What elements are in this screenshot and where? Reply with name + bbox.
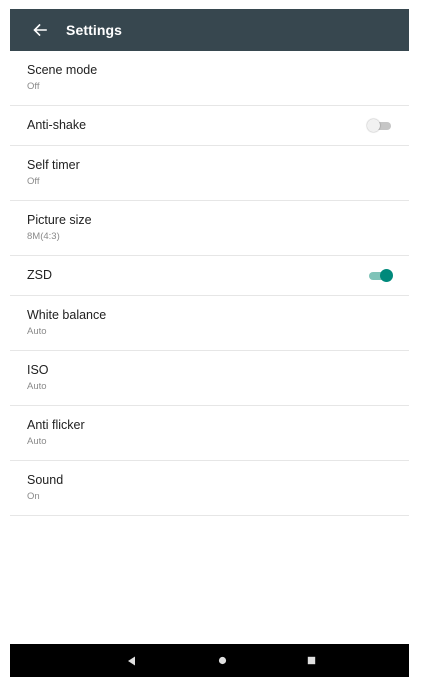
setting-iso[interactable]: ISO Auto xyxy=(10,351,409,406)
setting-title: Anti-shake xyxy=(27,118,87,132)
setting-title: ISO xyxy=(27,363,49,377)
anti-shake-toggle[interactable] xyxy=(367,118,393,133)
setting-title: Picture size xyxy=(27,213,92,227)
setting-text: Anti flicker Auto xyxy=(27,418,85,448)
zsd-toggle[interactable] xyxy=(367,268,393,283)
setting-value: Auto xyxy=(27,326,47,337)
setting-text: ISO Auto xyxy=(27,363,49,393)
setting-value: Off xyxy=(27,81,40,92)
toggle-thumb xyxy=(367,118,380,132)
page-title: Settings xyxy=(66,22,123,38)
settings-list: Scene mode Off Anti-shake Self timer Off… xyxy=(10,51,409,516)
setting-text: Anti-shake xyxy=(27,118,86,133)
setting-title: Anti flicker xyxy=(27,418,85,432)
setting-text: Scene mode Off xyxy=(27,63,97,93)
device-screen: Settings Scene mode Off Anti-shake Self … xyxy=(10,9,409,677)
setting-title: Scene mode xyxy=(27,63,98,77)
toggle-thumb xyxy=(380,268,393,282)
setting-text: White balance Auto xyxy=(27,308,106,338)
setting-anti-flicker[interactable]: Anti flicker Auto xyxy=(10,406,409,461)
setting-sound[interactable]: Sound On xyxy=(10,461,409,516)
system-nav-bar xyxy=(10,644,409,677)
setting-value: Auto xyxy=(27,381,47,392)
arrow-back-icon[interactable] xyxy=(22,9,58,51)
square-recents-icon[interactable] xyxy=(291,644,331,677)
app-bar: Settings xyxy=(10,9,409,51)
triangle-back-icon[interactable] xyxy=(111,644,151,677)
setting-title: Sound xyxy=(27,473,64,487)
circle-home-icon[interactable] xyxy=(202,644,242,677)
setting-title: White balance xyxy=(27,308,107,322)
setting-title: Self timer xyxy=(27,158,80,172)
setting-picture-size[interactable]: Picture size 8M(4:3) xyxy=(10,201,409,256)
setting-value: 8M(4:3) xyxy=(27,231,60,242)
setting-text: ZSD xyxy=(27,268,52,283)
setting-white-balance[interactable]: White balance Auto xyxy=(10,296,409,351)
setting-text: Picture size 8M(4:3) xyxy=(27,213,92,243)
setting-scene-mode[interactable]: Scene mode Off xyxy=(10,51,409,106)
setting-self-timer[interactable]: Self timer Off xyxy=(10,146,409,201)
setting-value: Auto xyxy=(27,436,47,447)
setting-anti-shake[interactable]: Anti-shake xyxy=(10,106,409,146)
setting-value: On xyxy=(27,491,40,502)
setting-text: Sound On xyxy=(27,473,63,503)
setting-title: ZSD xyxy=(27,268,52,282)
setting-value: Off xyxy=(27,176,40,187)
setting-text: Self timer Off xyxy=(27,158,80,188)
setting-zsd[interactable]: ZSD xyxy=(10,256,409,296)
